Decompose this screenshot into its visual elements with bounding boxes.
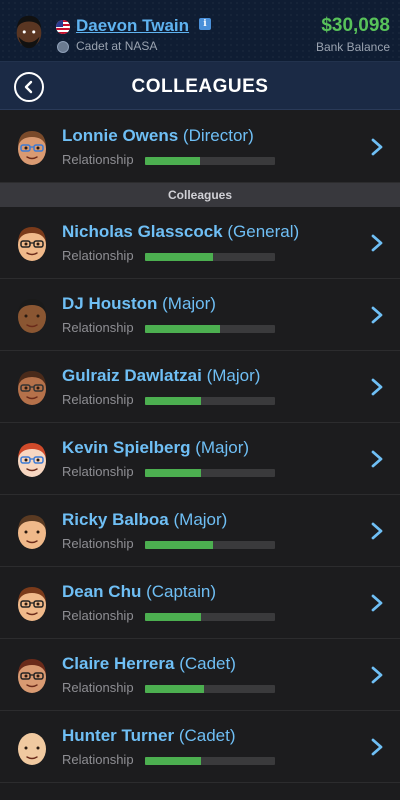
relationship-label: Relationship [62, 536, 134, 551]
relationship-bar-fill [145, 469, 201, 477]
chevron-right-icon[interactable] [370, 305, 384, 325]
colleague-row[interactable]: Dean Chu (Captain) Relationship [0, 567, 400, 639]
colleague-name: Kevin Spielberg [62, 438, 191, 457]
colleague-avatar [18, 587, 46, 621]
chevron-right-icon[interactable] [370, 737, 384, 757]
relationship-bar [145, 325, 275, 333]
nasa-logo-icon [57, 41, 69, 53]
colleague-avatar [18, 659, 46, 693]
relationship-bar [145, 397, 275, 405]
colleague-avatar [18, 733, 46, 765]
relationship-label: Relationship [62, 392, 134, 407]
relationship-bar [145, 685, 275, 693]
chevron-right-icon[interactable] [370, 521, 384, 541]
colleague-row[interactable]: DJ Houston (Major) Relationship [0, 279, 400, 351]
colleague-name: Ricky Balboa [62, 510, 169, 529]
colleague-rank: (Cadet) [178, 726, 236, 745]
bank-balance-label: Bank Balance [315, 40, 390, 54]
colleague-name: Hunter Turner [62, 726, 175, 745]
boss-row[interactable]: Lonnie Owens (Director) Relationship [0, 111, 400, 183]
colleague-title: Nicholas Glasscock (General) [62, 222, 299, 242]
bank-balance: $30,098 [321, 15, 390, 36]
colleague-title: Ricky Balboa (Major) [62, 510, 227, 530]
colleague-row[interactable]: Gulraiz Dawlatzai (Major) Relationship [0, 351, 400, 423]
colleague-avatar [18, 371, 46, 405]
relationship-bar-fill [145, 325, 221, 333]
colleague-name: Lonnie Owens [62, 126, 179, 145]
colleague-rank: (General) [227, 222, 300, 241]
colleague-avatar [18, 443, 46, 477]
relationship-label: Relationship [62, 608, 134, 623]
relationship-bar-fill [145, 685, 204, 693]
colleague-name: Gulraiz Dawlatzai [62, 366, 202, 385]
relationship-label: Relationship [62, 320, 134, 335]
page-title: COLLEAGUES [131, 76, 269, 97]
relationship-bar [145, 469, 275, 477]
colleague-avatar [18, 227, 46, 261]
colleague-title: Claire Herrera (Cadet) [62, 654, 236, 674]
player-name[interactable]: Daevon Twain [76, 16, 189, 36]
chevron-right-icon[interactable] [370, 665, 384, 685]
relationship-bar-fill [145, 397, 201, 405]
colleague-name: Nicholas Glasscock [62, 222, 223, 241]
relationship-bar [145, 541, 275, 549]
colleague-avatar [18, 299, 46, 333]
colleague-title: Gulraiz Dawlatzai (Major) [62, 366, 260, 386]
colleague-rank: (Major) [206, 366, 261, 385]
relationship-bar-fill [145, 757, 201, 765]
colleague-row[interactable]: Kevin Spielberg (Major) Relationship [0, 423, 400, 495]
chevron-right-icon[interactable] [370, 593, 384, 613]
relationship-label: Relationship [62, 152, 134, 167]
colleague-title: Lonnie Owens (Director) [62, 126, 254, 146]
relationship-bar-fill [145, 253, 213, 261]
colleague-avatar [18, 131, 46, 165]
player-avatar[interactable] [10, 12, 48, 50]
info-icon[interactable]: i [199, 18, 211, 30]
chevron-right-icon[interactable] [370, 377, 384, 397]
relationship-label: Relationship [62, 248, 134, 263]
relationship-bar-fill [145, 157, 200, 165]
colleague-rank: (Major) [195, 438, 250, 457]
colleague-row[interactable]: Ricky Balboa (Major) Relationship [0, 495, 400, 567]
chevron-right-icon[interactable] [370, 137, 384, 157]
relationship-bar-fill [145, 613, 201, 621]
colleague-avatar [18, 515, 46, 549]
chevron-right-icon[interactable] [370, 233, 384, 253]
colleague-row[interactable]: Nicholas Glasscock (General) Relationship [0, 207, 400, 279]
colleague-row[interactable]: Claire Herrera (Cadet) Relationship [0, 639, 400, 711]
colleague-title: Dean Chu (Captain) [62, 582, 216, 602]
relationship-bar-fill [145, 541, 213, 549]
colleague-name: Dean Chu [62, 582, 142, 601]
colleague-rank: (Director) [182, 126, 254, 145]
colleague-title: Kevin Spielberg (Major) [62, 438, 249, 458]
relationship-bar [145, 253, 275, 261]
colleague-rank: (Captain) [146, 582, 216, 601]
relationship-bar [145, 157, 275, 165]
colleague-title: Hunter Turner (Cadet) [62, 726, 236, 746]
relationship-bar [145, 757, 275, 765]
colleague-rank: (Major) [162, 294, 216, 313]
relationship-label: Relationship [62, 752, 134, 767]
colleague-name: DJ Houston [62, 294, 158, 313]
relationship-bar [145, 613, 275, 621]
colleague-rank: (Cadet) [179, 654, 236, 673]
relationship-label: Relationship [62, 464, 134, 479]
colleague-title: DJ Houston (Major) [62, 294, 216, 314]
colleague-row[interactable]: Hunter Turner (Cadet) Relationship [0, 711, 400, 783]
chevron-right-icon[interactable] [370, 449, 384, 469]
relationship-label: Relationship [62, 680, 134, 695]
section-header-colleagues: Colleagues [0, 183, 400, 207]
player-status-bar: Daevon Twain i Cadet at NASA $30,098 Ban… [0, 0, 400, 62]
colleague-rank: (Major) [173, 510, 228, 529]
page-header: COLLEAGUES [0, 62, 400, 110]
us-flag-icon [56, 20, 70, 34]
player-job: Cadet at NASA [76, 39, 158, 53]
colleague-name: Claire Herrera [62, 654, 175, 673]
